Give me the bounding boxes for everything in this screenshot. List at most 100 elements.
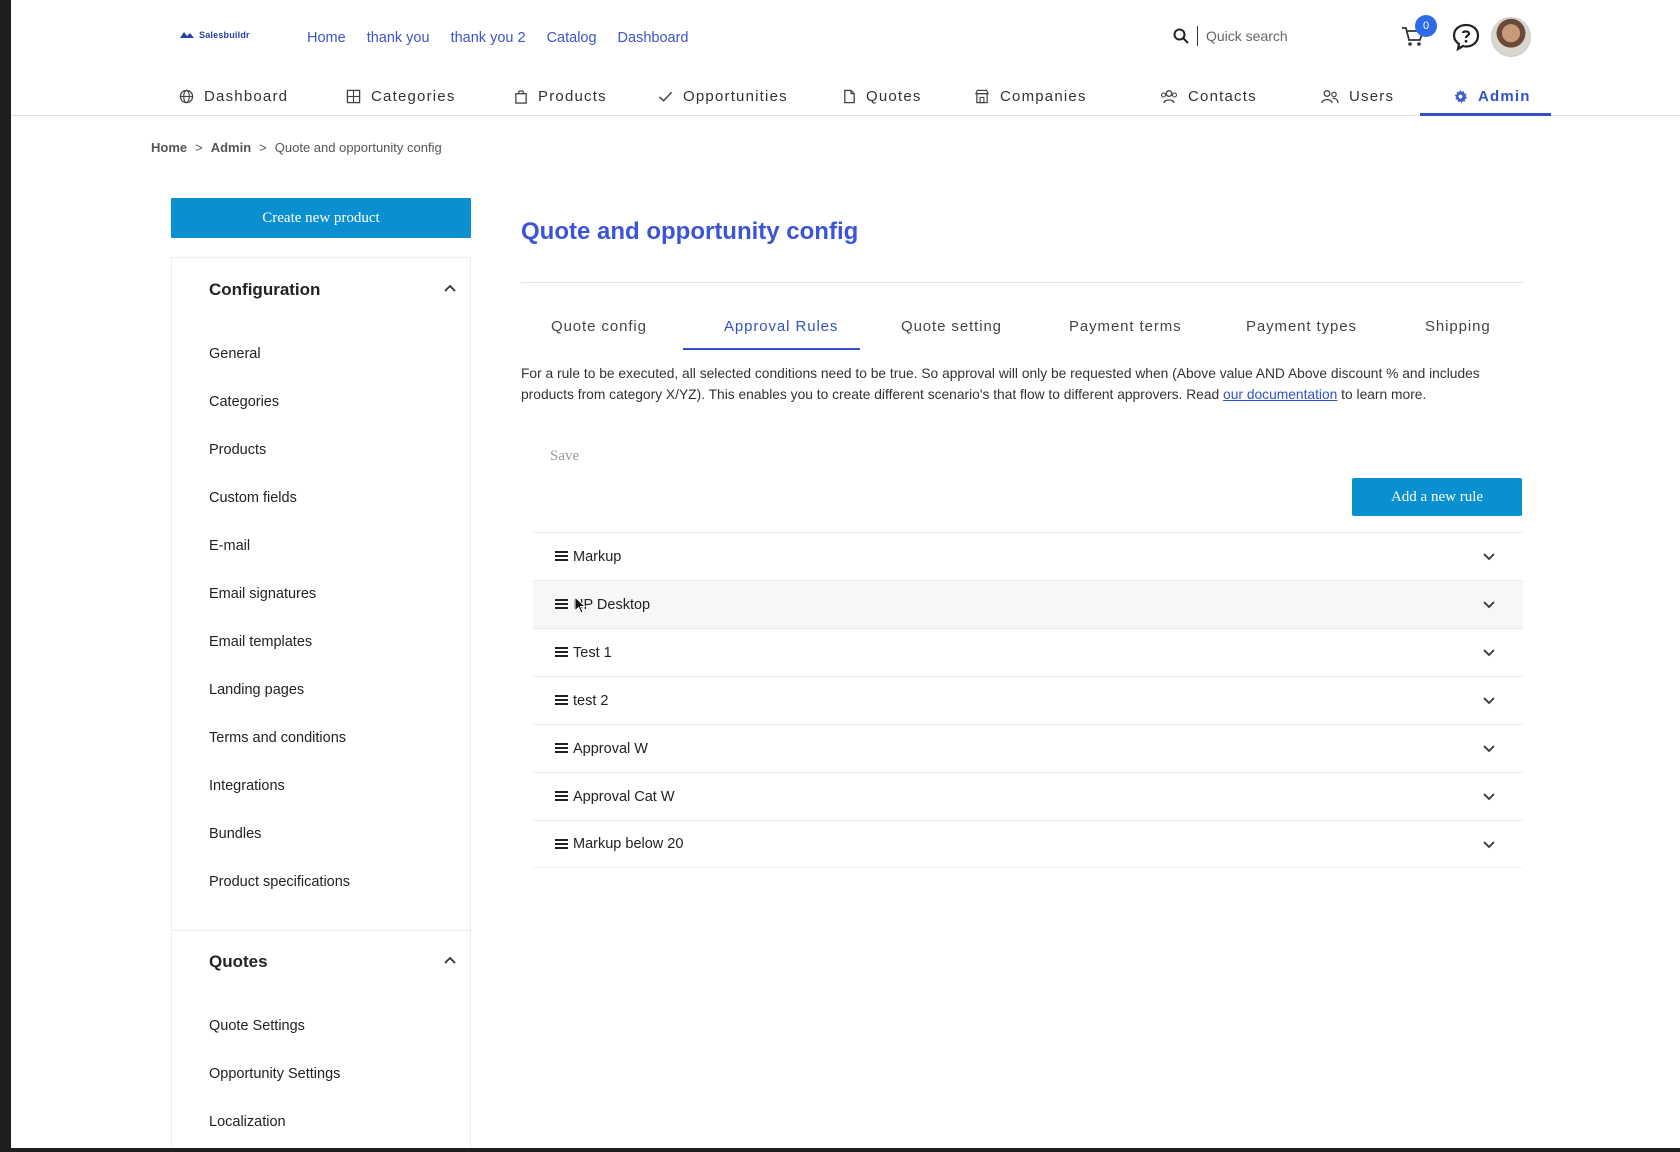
nav-active-underline [1420,113,1551,116]
tab-approval-rules[interactable]: Approval Rules [724,318,838,335]
sidebar-section-quotes[interactable]: Quotes [209,952,268,972]
sidebar-item-categories[interactable]: Categories [209,394,279,410]
tab-shipping[interactable]: Shipping [1425,318,1491,335]
window-frame-left [0,0,11,1152]
add-new-rule-button[interactable]: Add a new rule [1352,478,1522,516]
chevron-down-icon[interactable] [1483,697,1495,705]
sidebar-item-opportunity-settings[interactable]: Opportunity Settings [209,1066,340,1082]
sidebar-item-integrations[interactable]: Integrations [209,778,285,794]
nav-item-admin[interactable]: Admin [1453,76,1531,116]
mouse-cursor-icon [574,596,586,614]
top-link-home[interactable]: Home [307,30,346,46]
tab-quote-config[interactable]: Quote config [551,318,647,335]
chevron-down-icon[interactable] [1483,649,1495,657]
top-link-catalog[interactable]: Catalog [547,30,597,46]
top-link-dashboard[interactable]: Dashboard [618,30,689,46]
brand-logo[interactable]: Salesbuildr [179,30,250,40]
rule-row[interactable]: HP Desktop [533,580,1523,628]
nav-item-categories[interactable]: Categories [346,76,456,116]
nav-label: Categories [371,87,456,105]
nav-item-contacts[interactable]: Contacts [1160,76,1257,116]
sidebar-item-quote-settings[interactable]: Quote Settings [209,1018,305,1034]
sidebar-item-email[interactable]: E-mail [209,538,250,554]
sidebar-item-localization[interactable]: Localization [209,1114,286,1130]
drag-handle-icon[interactable] [555,694,568,706]
search-input[interactable] [1206,28,1356,44]
top-link-thank-you-2[interactable]: thank you 2 [451,30,526,46]
breadcrumb-home[interactable]: Home [151,140,187,155]
rule-row[interactable]: Markup [533,532,1523,580]
drag-handle-icon[interactable] [555,646,568,658]
nav-item-dashboard[interactable]: Dashboard [179,76,288,116]
tab-payment-terms[interactable]: Payment terms [1069,318,1182,335]
search-icon[interactable] [1173,28,1189,44]
tab-payment-types[interactable]: Payment types [1246,318,1357,335]
cart-count-badge: 0 [1415,15,1437,37]
nav-label: Products [538,87,607,105]
chevron-down-icon[interactable] [1483,601,1495,609]
documentation-link[interactable]: our documentation [1223,387,1337,402]
rule-row[interactable]: Approval W [533,724,1523,772]
sidebar-item-products[interactable]: Products [209,442,266,458]
top-link-thank-you[interactable]: thank you [367,30,430,46]
chevron-down-icon[interactable] [1483,745,1495,753]
cart-button[interactable]: 0 [1401,15,1437,52]
rule-name: Test 1 [573,644,612,661]
drag-handle-icon[interactable] [555,838,568,850]
help-chat-icon [1452,23,1480,52]
rule-row[interactable]: Test 1 [533,628,1523,676]
sidebar-item-terms-and-conditions[interactable]: Terms and conditions [209,730,346,746]
description-text-end: to learn more. [1337,387,1427,402]
nav-item-opportunities[interactable]: Opportunities [658,76,788,116]
help-button[interactable] [1451,22,1481,57]
rule-row[interactable]: test 2 [533,676,1523,724]
user-avatar[interactable] [1491,17,1531,57]
sidebar: Configuration General Categories Product… [171,257,472,1148]
nav-item-companies[interactable]: Companies [974,76,1087,116]
chevron-up-icon[interactable] [444,284,456,292]
drag-handle-icon[interactable] [555,742,568,754]
rule-row[interactable]: Markup below 20 [533,820,1523,868]
page-title: Quote and opportunity config [521,218,859,245]
breadcrumb-admin[interactable]: Admin [211,140,251,155]
sidebar-item-custom-fields[interactable]: Custom fields [209,490,297,506]
tab-active-underline [683,348,860,350]
sidebar-item-email-signatures[interactable]: Email signatures [209,586,316,602]
drag-handle-icon[interactable] [555,598,568,610]
tab-quote-setting[interactable]: Quote setting [901,318,1002,335]
users-icon [1321,89,1339,103]
nav-item-users[interactable]: Users [1321,76,1394,116]
breadcrumb-current: Quote and opportunity config [274,140,442,155]
nav-item-quotes[interactable]: Quotes [843,76,922,116]
create-new-product-button[interactable]: Create new product [171,198,471,238]
nav-label: Contacts [1188,87,1257,105]
chevron-down-icon[interactable] [1483,841,1495,849]
rule-name: Markup [573,548,622,565]
breadcrumb-separator: > [259,140,267,155]
drag-handle-icon[interactable] [555,550,568,562]
sidebar-section-configuration[interactable]: Configuration [209,280,320,300]
chevron-up-icon[interactable] [444,956,456,964]
sidebar-item-general[interactable]: General [209,346,261,362]
globe-icon [179,89,194,103]
sidebar-divider [172,930,472,931]
chevron-down-icon[interactable] [1483,553,1495,561]
sidebar-item-email-templates[interactable]: Email templates [209,634,312,650]
sidebar-item-bundles[interactable]: Bundles [209,826,261,842]
chevron-down-icon[interactable] [1483,793,1495,801]
save-button[interactable]: Save [550,448,579,465]
window-frame-bottom [0,1148,1680,1152]
nav-label: Dashboard [204,87,289,105]
people-icon [1160,89,1178,103]
approval-rules-description: For a rule to be executed, all selected … [521,363,1521,405]
sidebar-item-product-specifications[interactable]: Product specifications [209,874,350,890]
nav-item-products[interactable]: Products [514,76,607,116]
sidebar-item-landing-pages[interactable]: Landing pages [209,682,304,698]
main-nav: Dashboard Categories Products Opportunit… [11,76,1680,116]
rule-name: Approval W [573,740,648,757]
rule-row[interactable]: Approval Cat W [533,772,1523,820]
check-icon [658,91,673,102]
breadcrumb-separator: > [195,140,203,155]
drag-handle-icon[interactable] [555,790,568,802]
rule-name: Markup below 20 [573,836,684,852]
